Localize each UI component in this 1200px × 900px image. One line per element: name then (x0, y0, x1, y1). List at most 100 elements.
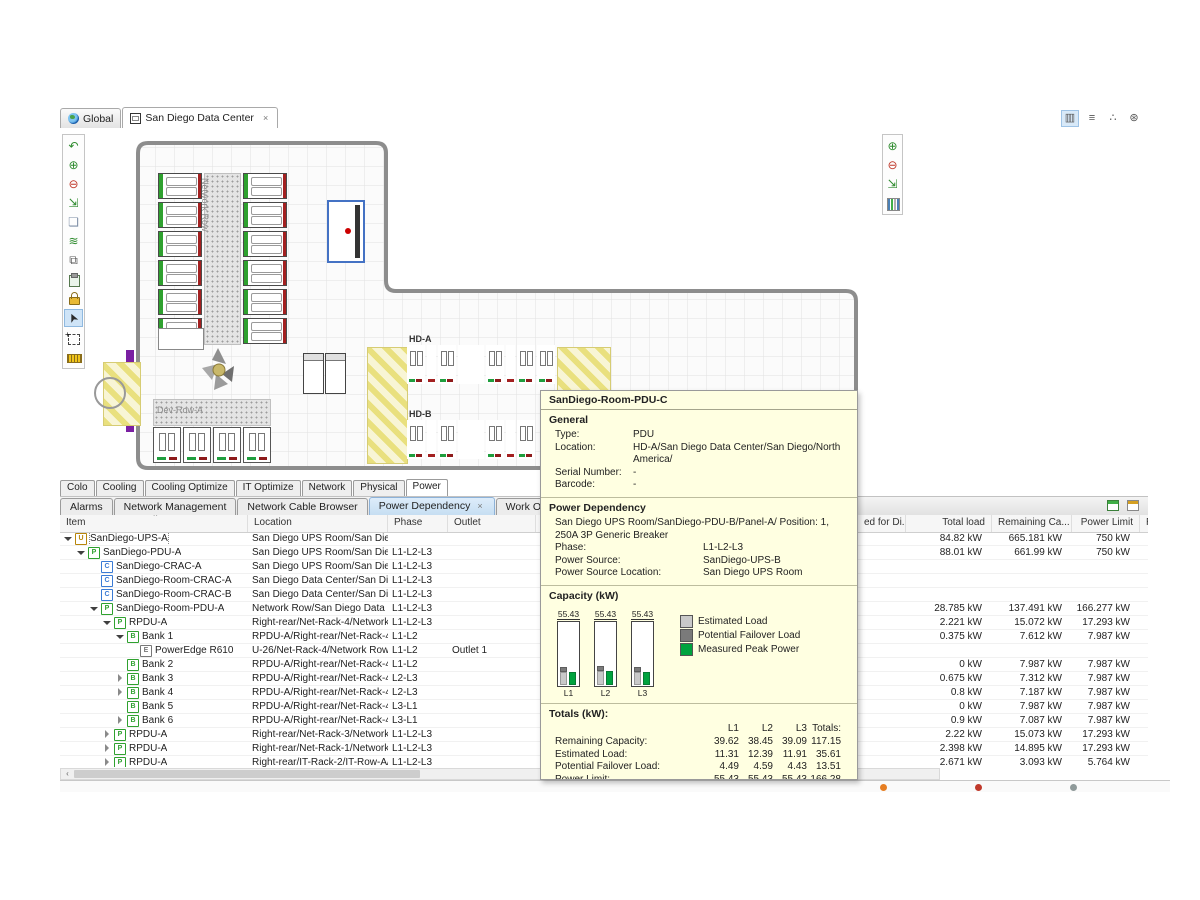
column-header-remaining-ca-[interactable]: Remaining Ca... (992, 515, 1072, 532)
panel-tab-alarms[interactable]: Alarms (60, 498, 113, 515)
floor-rack[interactable] (506, 345, 515, 384)
statue-object[interactable] (198, 346, 238, 394)
floor-rack[interactable] (458, 420, 484, 459)
floor-rack[interactable] (183, 427, 211, 463)
floor-rack[interactable] (243, 318, 287, 344)
expander-closed-icon[interactable] (116, 674, 125, 683)
pdu-cabinet[interactable] (325, 353, 346, 394)
map-tab-physical[interactable]: Physical (353, 480, 404, 496)
column-header-ed-for-di-[interactable]: ed for Di... (858, 515, 906, 532)
floor-rack[interactable] (438, 420, 456, 459)
copy-icon[interactable]: ⧉ (65, 252, 82, 268)
hierarchy-icon[interactable]: ∴ (1105, 111, 1121, 126)
floor-rack[interactable] (427, 345, 436, 384)
column-header-phase[interactable]: Phase (388, 515, 448, 532)
close-icon[interactable]: × (475, 500, 484, 512)
expander-open-icon[interactable] (90, 604, 99, 613)
select-region-icon[interactable] (65, 330, 82, 346)
expander-closed-icon[interactable] (103, 744, 112, 753)
floor-rack[interactable] (243, 427, 271, 463)
scrollbar-thumb[interactable] (74, 770, 420, 778)
item-name: PowerEdge R610 (155, 644, 233, 657)
lock-icon[interactable] (65, 290, 82, 306)
gauge-phase-label: L3 (629, 688, 656, 698)
zoom-fit-icon[interactable]: ⇲ (65, 195, 82, 211)
panel-tab-power-dependency[interactable]: Power Dependency× (369, 497, 495, 515)
ruler-icon[interactable] (65, 349, 82, 365)
cell-re (1140, 644, 1148, 657)
floor-rack[interactable] (517, 345, 535, 384)
zoom-in-icon[interactable]: ⊕ (884, 138, 901, 154)
power-panel[interactable] (327, 200, 365, 263)
floor-rack[interactable] (243, 202, 287, 228)
tooltip-totals-section: Totals (kW): L1L2L3Totals:Remaining Capa… (541, 704, 857, 780)
panel-tab-network-management[interactable]: Network Management (114, 498, 237, 515)
tab-global[interactable]: Global (60, 108, 121, 128)
tab-san-diego-data-center[interactable]: San Diego Data Center× (122, 107, 278, 128)
floor-rack[interactable] (407, 345, 425, 384)
cell-total-load: 84.82 kW (906, 532, 992, 545)
menu-icon[interactable]: ≡ (1084, 111, 1100, 126)
airflow-icon[interactable]: ≋ (65, 233, 82, 249)
floor-rack[interactable] (158, 289, 202, 315)
column-header-total-load[interactable]: Total load (906, 515, 992, 532)
scroll-left-icon[interactable]: ‹ (62, 769, 73, 779)
panel-tab-network-cable-browser[interactable]: Network Cable Browser (237, 498, 367, 515)
expander-closed-icon[interactable] (103, 758, 112, 767)
floor-rack[interactable] (506, 420, 515, 459)
expander-open-icon[interactable] (103, 618, 112, 627)
pdu-cabinet[interactable] (303, 353, 324, 394)
export-view-icon[interactable] (1126, 499, 1140, 512)
tooltip-title: SanDiego-Room-PDU-C (541, 391, 857, 410)
floor-rack[interactable] (438, 345, 456, 384)
zoom-in-icon[interactable]: ⊕ (65, 157, 82, 173)
zoom-out-icon[interactable]: ⊖ (884, 157, 901, 173)
layers-icon[interactable]: ❏ (65, 214, 82, 230)
paste-icon[interactable] (65, 271, 82, 287)
floor-rack[interactable] (486, 420, 504, 459)
column-header-power-limit[interactable]: Power Limit (1072, 515, 1140, 532)
map-tab-power[interactable]: Power (406, 479, 448, 496)
floor-rack[interactable] (243, 260, 287, 286)
zoom-out-icon[interactable]: ⊖ (65, 176, 82, 192)
floor-rack[interactable] (517, 420, 535, 459)
floor-rack[interactable] (213, 427, 241, 463)
view-toggle-icon[interactable]: ▥ (1061, 110, 1079, 127)
floor-rack[interactable] (427, 420, 436, 459)
floor-rack[interactable] (158, 231, 202, 257)
map-tab-cooling[interactable]: Cooling (96, 480, 144, 496)
floor-rack[interactable] (407, 420, 425, 459)
map-tab-network[interactable]: Network (302, 480, 353, 496)
floor-rack[interactable] (458, 345, 484, 384)
table-view-icon[interactable] (1106, 499, 1120, 512)
perspective-icon[interactable]: ⊛ (1126, 111, 1142, 126)
column-header-re-[interactable]: Re... (1140, 515, 1148, 532)
floor-rack[interactable] (158, 260, 202, 286)
floor-rack[interactable] (158, 202, 202, 228)
floor-rack[interactable] (243, 173, 287, 199)
expander-closed-icon[interactable] (116, 688, 125, 697)
expander-open-icon[interactable] (77, 548, 86, 557)
floor-rack[interactable] (243, 231, 287, 257)
column-header-item[interactable]: Item^ (60, 515, 248, 532)
floor-rack[interactable] (243, 289, 287, 315)
field-label: Location: (549, 442, 633, 467)
expander-open-icon[interactable] (64, 534, 73, 543)
expander-closed-icon[interactable] (116, 716, 125, 725)
zoom-fit-icon[interactable]: ⇲ (884, 176, 901, 192)
column-header-location[interactable]: Location (248, 515, 388, 532)
map-tab-it-optimize[interactable]: IT Optimize (236, 480, 301, 496)
expander-closed-icon[interactable] (103, 730, 112, 739)
legend-icon[interactable] (884, 195, 901, 211)
floor-rack[interactable] (153, 427, 181, 463)
map-tab-colo[interactable]: Colo (60, 480, 95, 496)
undo-icon[interactable]: ↶ (65, 138, 82, 154)
floor-rack[interactable] (486, 345, 504, 384)
expander-open-icon[interactable] (116, 632, 125, 641)
pointer-tool-icon[interactable]: ➤ (64, 309, 83, 327)
column-header-outlet[interactable]: Outlet (448, 515, 536, 532)
close-icon[interactable]: × (261, 112, 270, 124)
map-tab-cooling-optimize[interactable]: Cooling Optimize (145, 480, 235, 496)
cell-phase: L1-L2-L3 (388, 756, 448, 767)
floor-rack[interactable] (537, 345, 555, 384)
